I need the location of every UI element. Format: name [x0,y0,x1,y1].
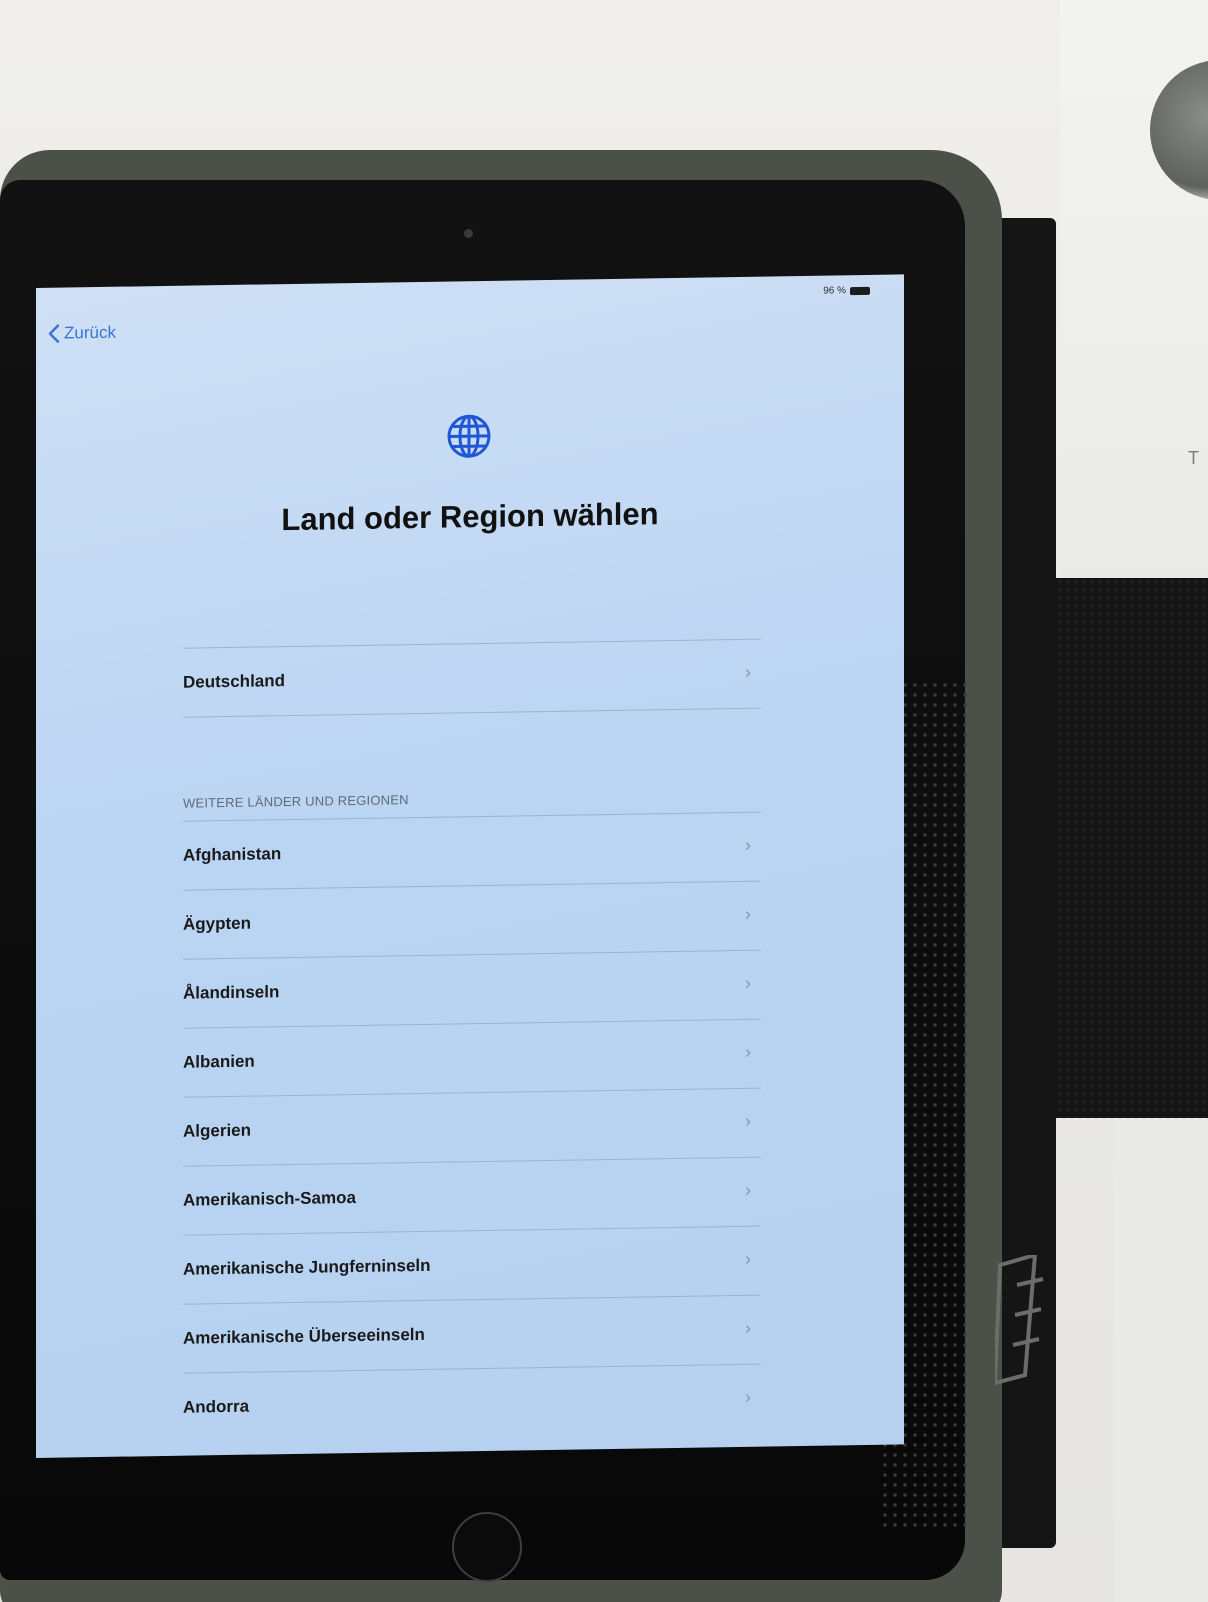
photo-scene: T 96 % Zurück Land oder Region wählen De… [0,0,1208,1602]
country-row[interactable]: Ägypten › [183,880,761,959]
page-title: Land oder Region wählen [281,496,659,538]
country-label: Ålandinseln [183,982,280,1003]
country-row[interactable]: Amerikanische Überseeinseln › [183,1294,761,1373]
front-camera [464,229,473,238]
battery-percent: 96 % [823,285,846,297]
country-row[interactable]: Afghanistan › [183,811,761,890]
status-bar: 96 % [823,285,870,297]
chevron-right-icon: › [745,1110,751,1131]
country-label: Amerikanische Überseeinseln [183,1324,425,1348]
country-label: Ägypten [183,913,251,934]
background-box-lower [1115,1118,1208,1602]
back-label: Zurück [64,322,116,343]
folio-flap [1040,578,1208,1118]
globe-icon [447,414,491,458]
country-row[interactable]: Amerikanisch-Samoa › [183,1156,761,1235]
chevron-right-icon: › [745,661,751,682]
chevron-right-icon: › [745,903,751,924]
country-row[interactable]: Albanien › [183,1018,761,1097]
chevron-right-icon: › [745,1248,751,1269]
battery-icon [850,286,870,295]
country-row[interactable]: Algerien › [183,1087,761,1166]
country-label: Deutschland [183,671,286,692]
country-row[interactable]: Ålandinseln › [183,949,761,1028]
case-logo-icon [995,1255,1044,1385]
back-button[interactable]: Zurück [48,323,116,344]
chevron-right-icon: › [745,1179,751,1200]
country-label: Amerikanische Jungferninseln [183,1255,431,1279]
section-header: WEITERE LÄNDER UND REGIONEN [183,792,409,811]
chevron-right-icon: › [745,1041,751,1062]
background-box-text: T [1188,448,1199,468]
country-label: Amerikanisch-Samoa [183,1187,356,1210]
tablet-screen: 96 % Zurück Land oder Region wählen Deut… [36,274,904,1458]
chevron-right-icon: › [745,1317,751,1338]
country-row[interactable]: Amerikanische Jungferninseln › [183,1225,761,1304]
country-label: Andorra [183,1396,250,1417]
chevron-right-icon: › [745,1386,751,1407]
home-button[interactable] [452,1512,522,1582]
chevron-right-icon: › [745,972,751,993]
country-label: Algerien [183,1120,252,1141]
chevron-right-icon: › [745,834,751,855]
primary-country-list: Deutschland › [183,638,761,718]
country-label: Albanien [183,1051,255,1072]
country-row-deutschland[interactable]: Deutschland › [183,638,761,718]
chevron-left-icon [48,324,60,343]
country-label: Afghanistan [183,844,282,865]
country-row[interactable]: Andorra › [183,1363,761,1442]
other-countries-list: Afghanistan › Ägypten › Ålandinseln › Al… [183,811,761,1442]
